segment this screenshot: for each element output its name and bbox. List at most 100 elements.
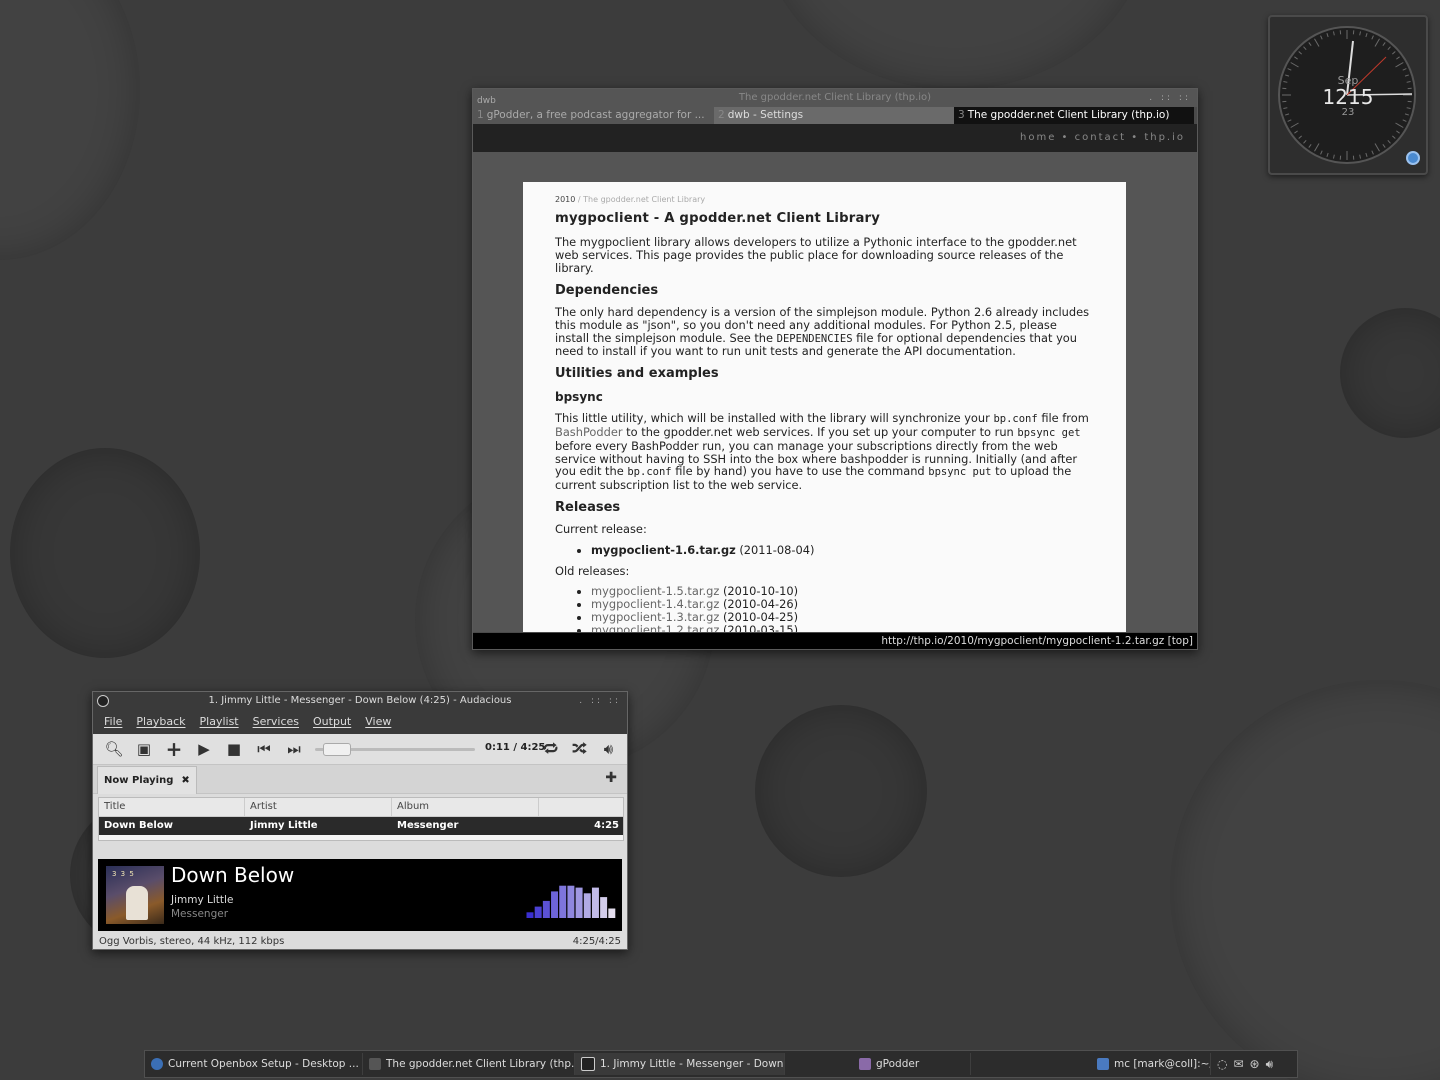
column-album[interactable]: Album: [392, 798, 539, 816]
task-gpodder[interactable]: gPodder: [785, 1053, 971, 1075]
clock-time: 1215: [1322, 85, 1374, 109]
nav-home-link[interactable]: home: [1020, 132, 1056, 143]
volume-icon[interactable]: 🔊︎: [594, 737, 623, 761]
menu-playback[interactable]: Playback: [136, 710, 185, 734]
menu-file[interactable]: File: [104, 710, 122, 734]
current-release-label: Current release:: [555, 522, 647, 537]
menu-view[interactable]: View: [365, 710, 391, 734]
dwb-icon: [369, 1058, 381, 1070]
task-audacious[interactable]: 1. Jimmy Little - Messenger - Down ...: [575, 1053, 785, 1075]
task-label: The gpodder.net Client Library (thp...: [386, 1058, 575, 1070]
add-playlist-icon[interactable]: ✚: [605, 770, 617, 786]
search-icon[interactable]: 🔍︎: [99, 737, 129, 761]
volume-tray-icon[interactable]: 🔊︎: [1266, 1057, 1274, 1072]
dependencies-heading: Dependencies: [555, 282, 659, 298]
tab-thp-io[interactable]: 3 The gpodder.net Client Library (thp.io): [954, 107, 1194, 124]
list-item: mygpoclient-1.2.tar.gz (2010-03-15): [591, 623, 1094, 632]
table-header: Title Artist Album: [99, 798, 623, 817]
page-title: mygpoclient - A gpodder.net Client Libra…: [555, 210, 881, 226]
current-release-list: mygpoclient-1.6.tar.gz (2011-08-04): [555, 544, 1094, 557]
browser-titlebar[interactable]: dwb The gpodder.net Client Library (thp.…: [473, 89, 1197, 107]
tab-number: 2: [718, 109, 725, 121]
nav-thpio-link[interactable]: thp.io: [1144, 132, 1185, 143]
release-link[interactable]: mygpoclient-1.2.tar.gz: [591, 623, 719, 632]
tab-label: dwb - Settings: [727, 109, 804, 121]
menu-output[interactable]: Output: [313, 710, 351, 734]
cell-length: 4:25: [594, 820, 619, 831]
table-row[interactable]: Down Below Jimmy Little Messenger 4:25: [99, 817, 623, 835]
window-buttons[interactable]: . :: ::: [579, 692, 621, 710]
visualizer-bar: [583, 893, 591, 918]
crumb-title[interactable]: The gpodder.net Client Library: [583, 195, 705, 204]
open-files-icon[interactable]: ▣: [129, 737, 159, 761]
task-openbox-setup[interactable]: Current Openbox Setup - Desktop ...: [145, 1053, 363, 1075]
browser-tabbar: 1 gPodder, a free podcast aggregator for …: [473, 107, 1197, 124]
browser-viewport[interactable]: 2010 / The gpodder.net Client Library my…: [473, 152, 1197, 632]
add-files-icon[interactable]: +: [159, 737, 189, 761]
next-icon[interactable]: ⏭: [279, 737, 309, 761]
visualizer-bar: [534, 906, 542, 918]
song-album: Messenger: [171, 908, 229, 920]
tab-dwb-settings[interactable]: 2 dwb - Settings: [714, 107, 954, 124]
dwb-app-icon: dwb: [477, 96, 496, 106]
clock-indicator-icon[interactable]: [1406, 151, 1420, 165]
menu-services[interactable]: Services: [253, 710, 299, 734]
tab-label: gPodder, a free podcast aggregator for .…: [486, 109, 705, 121]
audacious-icon: [581, 1057, 595, 1071]
song-title: Down Below: [171, 863, 295, 887]
visualizer-bar: [575, 887, 583, 918]
window-buttons[interactable]: . :: ::: [1149, 89, 1191, 107]
seek-handle[interactable]: [323, 743, 352, 756]
current-release-link[interactable]: mygpoclient-1.6.tar.gz: [591, 543, 736, 557]
repeat-icon[interactable]: 🔁︎: [536, 737, 565, 761]
elapsed-total: 4:25/4:25: [572, 936, 621, 947]
play-icon[interactable]: ▶: [189, 737, 219, 761]
column-title[interactable]: Title: [99, 798, 245, 816]
column-artist[interactable]: Artist: [245, 798, 392, 816]
old-releases-label: Old releases:: [555, 563, 630, 578]
now-playing-panel: 3 3 5 Down Below Jimmy Little Messenger: [98, 859, 622, 931]
code: bp.conf: [627, 466, 672, 479]
utilities-heading: Utilities and examples: [555, 366, 719, 382]
close-icon[interactable]: ✖: [181, 775, 189, 786]
clock-widget: Sep 1215 23: [1268, 15, 1428, 175]
tab-number: 3: [958, 109, 965, 121]
releases-heading: Releases: [555, 499, 621, 515]
network-icon[interactable]: ◌: [1217, 1057, 1227, 1071]
tab-label: Now Playing: [104, 775, 174, 786]
stream-format: Ogg Vorbis, stereo, 44 kHz, 112 kbps: [99, 936, 285, 947]
visualizer: [526, 885, 616, 918]
audacious-app-icon[interactable]: [97, 695, 109, 707]
stop-icon[interactable]: ■: [219, 737, 249, 761]
task-label: gPodder: [876, 1058, 920, 1070]
text: to the gpodder.net web services. If you …: [622, 425, 1018, 440]
browser-window: dwb The gpodder.net Client Library (thp.…: [472, 88, 1198, 650]
globe-icon[interactable]: ⊛: [1250, 1057, 1260, 1071]
statusbar: Ogg Vorbis, stereo, 44 kHz, 112 kbps 4:2…: [93, 934, 627, 949]
tab-now-playing[interactable]: Now Playing ✖: [97, 766, 197, 794]
task-browser[interactable]: The gpodder.net Client Library (thp...: [363, 1053, 575, 1075]
task-terminal[interactable]: mc [mark@coll]:~/qz: [971, 1053, 1211, 1075]
nav-contact-link[interactable]: contact: [1075, 132, 1126, 143]
system-tray: ◌ ✉ ⊛ 🔊︎: [1211, 1057, 1273, 1072]
menubar: File Playback Playlist Services Output V…: [93, 710, 627, 734]
toolbar: 🔍︎ ▣ + ▶ ■ ⏮ ⏭ 0:11 / 4:25 🔁︎ 🔀︎ 🔊︎: [93, 734, 627, 764]
mail-icon[interactable]: ✉: [1233, 1057, 1243, 1071]
seek-slider[interactable]: [315, 743, 475, 756]
bpsync-heading: bpsync: [555, 389, 603, 404]
intro-paragraph: The mygpoclient library allows developer…: [555, 235, 1077, 275]
visualizer-bar: [600, 897, 608, 918]
tab-gpodder[interactable]: 1 gPodder, a free podcast aggregator for …: [473, 107, 714, 124]
song-artist: Jimmy Little: [171, 894, 234, 906]
tab-number: 1: [477, 109, 484, 121]
menu-playlist[interactable]: Playlist: [200, 710, 239, 734]
shuffle-icon[interactable]: 🔀︎: [565, 737, 594, 761]
code: bpsync put: [928, 466, 992, 479]
task-label: Current Openbox Setup - Desktop ...: [168, 1058, 359, 1070]
bashpodder-link[interactable]: BashPodder: [555, 425, 623, 439]
crumb-year[interactable]: 2010: [555, 195, 575, 204]
audacious-titlebar[interactable]: 1. Jimmy Little - Messenger - Down Below…: [93, 692, 627, 710]
previous-icon[interactable]: ⏮: [249, 737, 279, 761]
visualizer-bar: [526, 912, 534, 918]
visualizer-bar: [608, 908, 616, 918]
